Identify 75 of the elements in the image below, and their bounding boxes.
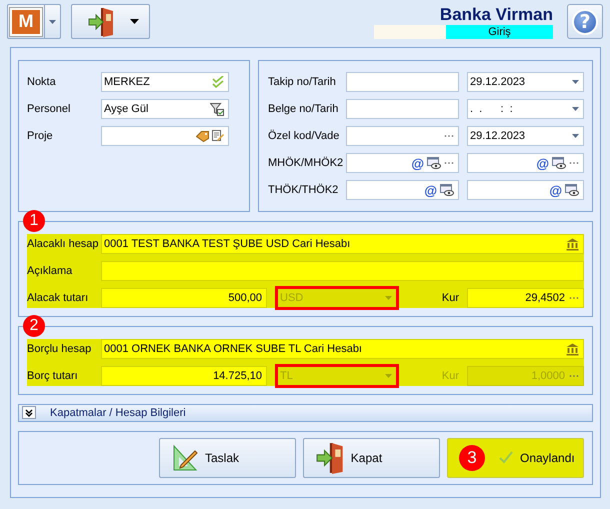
field-label: Alacak tutarı <box>27 292 90 304</box>
field-label: Belge no/Tarih <box>268 103 340 115</box>
date-field[interactable]: 29.12.2023 <box>467 126 584 146</box>
door-exit-icon <box>316 442 345 474</box>
account-field[interactable]: 0001 TEST BANKA TEST ŞUBE USD Cari Hesabı <box>101 234 584 254</box>
caret-icon[interactable] <box>572 134 579 138</box>
bank-icon[interactable] <box>566 238 579 250</box>
eye-icon[interactable] <box>440 184 454 196</box>
bank-icon[interactable] <box>566 342 579 356</box>
ruler-pencil-icon <box>172 444 199 472</box>
caret-icon[interactable] <box>572 80 579 84</box>
number-badge: 2 <box>23 315 45 337</box>
caret-icon[interactable] <box>572 107 579 111</box>
input-field[interactable] <box>346 126 459 146</box>
status-blank <box>374 25 446 39</box>
check-icon <box>212 76 224 88</box>
number-badge: 1 <box>23 210 45 232</box>
status-label: Giriş <box>446 25 553 39</box>
input-field[interactable]: @ <box>346 153 459 173</box>
input-field[interactable]: Ayşe Gül <box>101 99 229 119</box>
input-field[interactable]: @ <box>467 153 584 173</box>
expander-label: Kapatmalar / Hesap Bilgileri <box>50 406 186 419</box>
dropdown-arrow-icon <box>130 19 139 24</box>
field-label: Kur <box>442 292 459 304</box>
field-label: Açıklama <box>27 265 74 277</box>
rate-field[interactable]: 29,4502 <box>467 288 584 308</box>
email-symbol[interactable]: @ <box>549 182 562 198</box>
field-label: THÖK/THÖK2 <box>268 184 340 196</box>
field-label: Personel <box>27 103 72 115</box>
input-field[interactable] <box>346 99 459 119</box>
edit-icon[interactable] <box>212 130 224 142</box>
field-label: Takip no/Tarih <box>268 76 337 88</box>
field-label: Proje <box>27 130 54 142</box>
draft-button[interactable]: Taslak <box>159 438 296 478</box>
input-field[interactable] <box>101 126 229 146</box>
input-field[interactable] <box>101 261 584 281</box>
tag-icon[interactable] <box>196 130 209 142</box>
ellipsis-icon[interactable] <box>569 296 579 300</box>
logo-icon: M <box>10 8 42 36</box>
ellipsis-icon[interactable] <box>569 161 579 165</box>
input-field[interactable]: MERKEZ <box>101 72 229 92</box>
account-field[interactable]: 0001 ORNEK BANKA ORNEK SUBE TL Cari Hesabı <box>101 339 584 359</box>
amount-field[interactable]: 500,00 <box>101 288 267 308</box>
exit-button[interactable] <box>71 4 150 39</box>
email-symbol[interactable]: @ <box>411 156 424 170</box>
expand-toggle[interactable] <box>22 406 36 420</box>
eye-icon[interactable] <box>427 157 441 169</box>
email-symbol[interactable]: @ <box>536 156 549 170</box>
field-label: Özel kod/Vade <box>268 130 340 142</box>
ellipsis-icon[interactable] <box>444 134 454 138</box>
field-label: Nokta <box>27 76 57 88</box>
email-symbol[interactable]: @ <box>424 182 437 198</box>
door-exit-icon <box>88 6 115 36</box>
field-label: Kur <box>442 370 459 382</box>
input-field[interactable] <box>346 72 459 92</box>
field-label: Borç tutarı <box>27 370 79 382</box>
eye-icon[interactable] <box>552 157 566 169</box>
input-field[interactable]: @ <box>467 180 584 200</box>
expand-icon <box>25 408 33 417</box>
field-label: Borçlu hesap <box>27 343 92 355</box>
date-field[interactable]: 29.12.2023 <box>467 72 584 92</box>
window-title: Banka Virman <box>440 5 553 25</box>
menu-button[interactable]: M <box>7 4 61 39</box>
check-icon <box>498 450 514 466</box>
filter-icon <box>210 102 224 116</box>
input-field[interactable]: @ <box>346 180 459 200</box>
date-field[interactable]: . . : : <box>467 99 584 119</box>
expander-bar[interactable]: Kapatmalar / Hesap Bilgileri <box>18 404 593 422</box>
field-label: MHÖK/MHÖK2 <box>268 157 344 169</box>
caret-icon[interactable] <box>49 20 56 24</box>
amount-field[interactable]: 14.725,10 <box>101 366 267 386</box>
eye-icon[interactable] <box>565 184 579 196</box>
close-button[interactable]: Kapat <box>303 438 440 478</box>
ellipsis-icon[interactable] <box>444 161 454 165</box>
field-label: Alacaklı hesap <box>27 238 100 250</box>
